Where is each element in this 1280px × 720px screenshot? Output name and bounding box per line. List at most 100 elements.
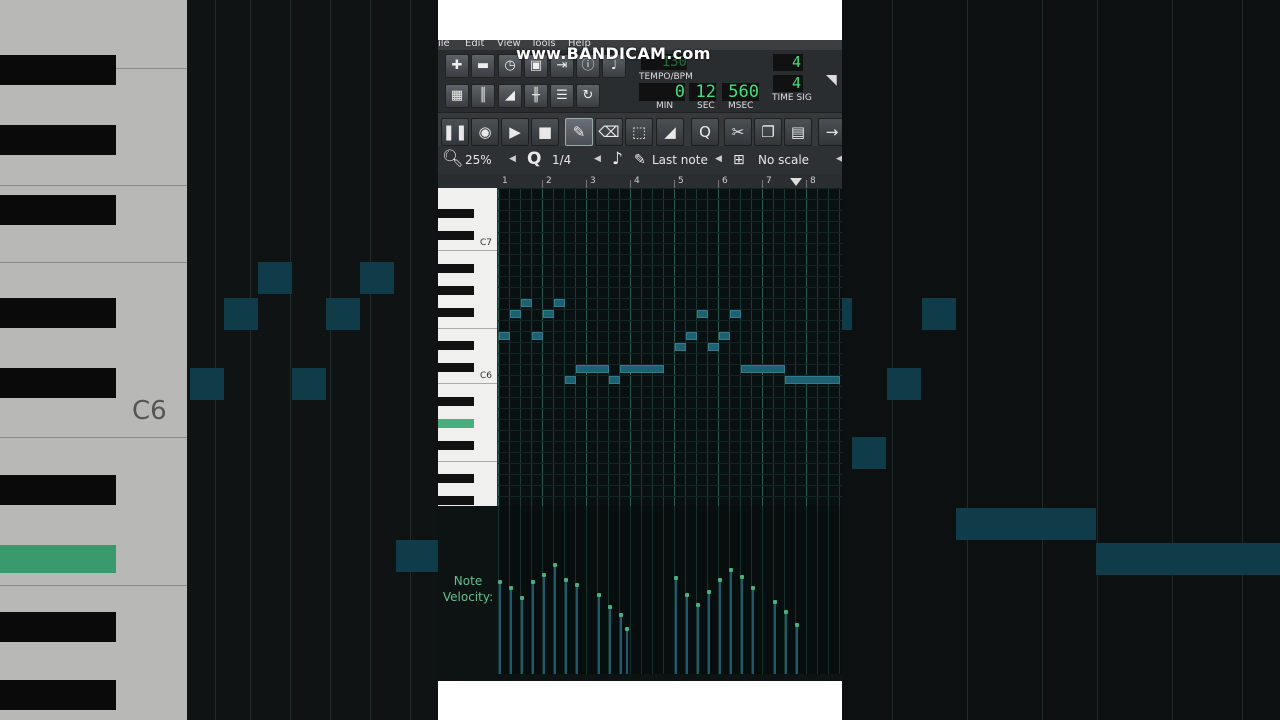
scale-dropdown-arrow-icon[interactable]: ◀: [836, 154, 842, 164]
menu-edit[interactable]: Edit: [465, 40, 484, 49]
velocity-bar[interactable]: [697, 605, 699, 674]
velocity-handle[interactable]: [520, 596, 524, 600]
velocity-bar[interactable]: [675, 578, 677, 674]
midi-note[interactable]: [576, 365, 609, 373]
cut-icon[interactable]: ✂: [724, 118, 752, 146]
velocity-handle[interactable]: [740, 575, 744, 579]
quantize-value[interactable]: 1/4: [552, 153, 571, 167]
midi-note[interactable]: [532, 332, 543, 340]
velocity-bar[interactable]: [741, 577, 743, 674]
draw-pencil-icon[interactable]: ✎: [565, 118, 593, 146]
midi-note[interactable]: [675, 343, 686, 351]
velocity-handle[interactable]: [597, 593, 601, 597]
zoom-value[interactable]: 25%: [465, 153, 492, 167]
velocity-bar[interactable]: [609, 607, 611, 674]
copy-icon[interactable]: ❐: [754, 118, 782, 146]
velocity-handle[interactable]: [531, 580, 535, 584]
controller-rack-icon[interactable]: ↻: [576, 84, 600, 108]
record-icon[interactable]: ◉: [471, 118, 499, 146]
midi-note[interactable]: [741, 365, 785, 373]
piano-keyboard[interactable]: C7 C6: [438, 188, 497, 506]
loop-marker-icon[interactable]: [790, 178, 802, 186]
velocity-bar[interactable]: [543, 575, 545, 674]
velocity-bar[interactable]: [719, 580, 721, 674]
note-length-dropdown-arrow-icon[interactable]: ◀: [715, 154, 722, 164]
new-project-icon[interactable]: ✚: [445, 54, 469, 78]
midi-note[interactable]: [499, 332, 510, 340]
zoom-dropdown-arrow-icon[interactable]: ◀: [509, 154, 516, 164]
select-icon[interactable]: ⬚: [625, 118, 653, 146]
velocity-handle[interactable]: [619, 613, 623, 617]
piano-roll-icon[interactable]: ║: [471, 84, 495, 108]
velocity-bar[interactable]: [576, 585, 578, 674]
erase-icon[interactable]: ⌫: [595, 118, 623, 146]
stop-icon[interactable]: ■: [531, 118, 559, 146]
paste-icon[interactable]: ▤: [784, 118, 812, 146]
menu-file[interactable]: ile: [438, 40, 450, 49]
velocity-bar[interactable]: [752, 588, 754, 674]
velocity-bar[interactable]: [626, 629, 628, 674]
pitch-bend-icon[interactable]: ◢: [656, 118, 684, 146]
velocity-handle[interactable]: [498, 580, 502, 584]
open-folder-icon[interactable]: ▬: [471, 54, 495, 78]
midi-note[interactable]: [730, 310, 741, 318]
velocity-bar[interactable]: [796, 625, 798, 674]
velocity-handle[interactable]: [509, 586, 513, 590]
project-notes-icon[interactable]: ☰: [550, 84, 574, 108]
midi-note[interactable]: [785, 376, 840, 384]
midi-note[interactable]: [521, 299, 532, 307]
velocity-handle[interactable]: [575, 583, 579, 587]
velocity-bar[interactable]: [598, 595, 600, 674]
velocity-bar[interactable]: [620, 615, 622, 674]
play-icon[interactable]: ▶: [501, 118, 529, 146]
velocity-bar[interactable]: [708, 592, 710, 674]
pause-icon[interactable]: ❚❚: [441, 118, 469, 146]
midi-note[interactable]: [686, 332, 697, 340]
time-sig-denominator[interactable]: 4: [773, 75, 803, 92]
arrow-right-icon[interactable]: →: [818, 118, 842, 146]
midi-note[interactable]: [510, 310, 521, 318]
velocity-handle[interactable]: [707, 590, 711, 594]
velocity-handle[interactable]: [795, 623, 799, 627]
quantize-dropdown-arrow-icon[interactable]: ◀: [594, 154, 601, 164]
scale-value[interactable]: No scale: [758, 153, 809, 167]
velocity-handle[interactable]: [542, 573, 546, 577]
midi-note[interactable]: [620, 365, 664, 373]
velocity-handle[interactable]: [564, 578, 568, 582]
velocity-bars-area[interactable]: [498, 506, 842, 674]
velocity-bar[interactable]: [521, 598, 523, 674]
velocity-bar[interactable]: [774, 602, 776, 674]
midi-note[interactable]: [543, 310, 554, 318]
automation-editor-icon[interactable]: ◢: [498, 84, 522, 108]
velocity-handle[interactable]: [674, 576, 678, 580]
midi-note[interactable]: [565, 376, 576, 384]
note-grid[interactable]: [498, 188, 842, 506]
mixer-icon[interactable]: ╫: [524, 84, 548, 108]
velocity-bar[interactable]: [510, 588, 512, 674]
velocity-handle[interactable]: [696, 603, 700, 607]
song-editor-icon[interactable]: ▦: [445, 84, 469, 108]
midi-note[interactable]: [554, 299, 565, 307]
velocity-handle[interactable]: [608, 605, 612, 609]
midi-note[interactable]: [697, 310, 708, 318]
midi-note[interactable]: [609, 376, 620, 384]
velocity-handle[interactable]: [625, 627, 629, 631]
midi-note[interactable]: [708, 343, 719, 351]
velocity-handle[interactable]: [718, 578, 722, 582]
midi-note[interactable]: [719, 332, 730, 340]
velocity-handle[interactable]: [729, 568, 733, 572]
velocity-bar[interactable]: [554, 565, 556, 674]
velocity-bar[interactable]: [686, 595, 688, 674]
velocity-handle[interactable]: [773, 600, 777, 604]
velocity-handle[interactable]: [553, 563, 557, 567]
time-sig-numerator[interactable]: 4: [773, 54, 803, 71]
velocity-bar[interactable]: [730, 570, 732, 674]
note-length-value[interactable]: Last note: [652, 153, 708, 167]
velocity-handle[interactable]: [751, 586, 755, 590]
velocity-handle[interactable]: [784, 610, 788, 614]
quantize-icon[interactable]: Q: [691, 118, 719, 146]
timeline-ruler[interactable]: 1 2 3 4 5 6 7 8: [498, 174, 842, 189]
velocity-bar[interactable]: [532, 582, 534, 674]
velocity-bar[interactable]: [565, 580, 567, 674]
velocity-handle[interactable]: [685, 593, 689, 597]
